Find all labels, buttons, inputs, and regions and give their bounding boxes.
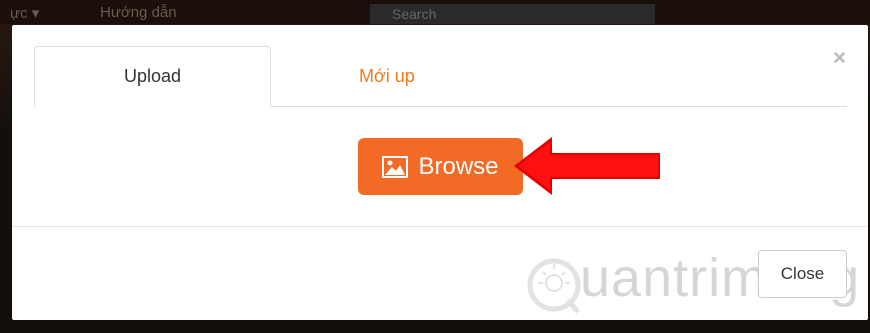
upload-modal: × Upload Mới up Browse uantrimang Close <box>12 25 868 320</box>
footer-divider <box>12 226 868 227</box>
background-menu-guide: Hướng dẫn <box>100 4 177 21</box>
close-button[interactable]: Close <box>758 250 847 298</box>
red-arrow-annotation <box>514 137 660 195</box>
tab-upload[interactable]: Upload <box>34 46 271 107</box>
browse-button-label: Browse <box>418 152 499 180</box>
browse-button[interactable]: Browse <box>358 138 523 195</box>
background-menu-item: ực ▾ <box>10 5 40 22</box>
tab-moi-up[interactable]: Mới up <box>304 46 534 106</box>
background-search-box: Search <box>370 4 655 24</box>
image-icon <box>382 155 409 178</box>
modal-tabs: Upload Mới up <box>34 46 847 107</box>
